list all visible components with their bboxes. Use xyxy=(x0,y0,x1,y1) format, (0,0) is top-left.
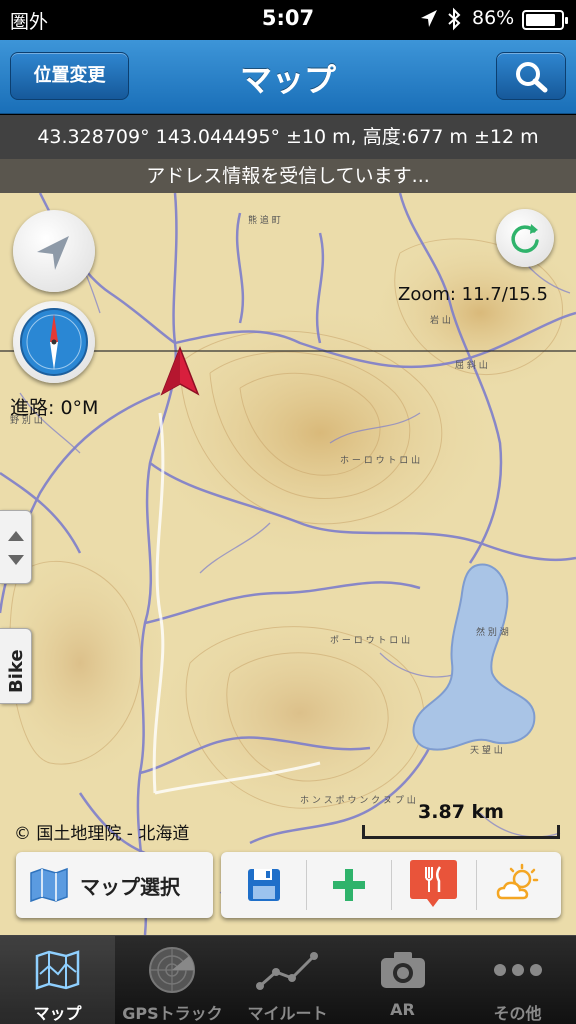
bike-mode-tab[interactable]: Bike xyxy=(0,628,32,704)
search-button[interactable] xyxy=(496,52,566,100)
tab-bar: マップ GPSトラック マイルート AR その他 xyxy=(0,935,576,1024)
location-arrow-icon xyxy=(421,10,437,27)
tab-label: AR xyxy=(390,1000,415,1019)
map-icon xyxy=(30,867,68,903)
save-button[interactable] xyxy=(221,852,306,918)
svg-text:ポ ー ロ ウ ト ロ 山: ポ ー ロ ウ ト ロ 山 xyxy=(330,635,410,646)
scale-bar xyxy=(362,825,560,839)
add-icon xyxy=(333,869,365,901)
route-icon xyxy=(256,952,318,990)
navigation-bar: 位置変更 マップ xyxy=(0,40,576,114)
more-icon xyxy=(494,964,542,976)
address-status: アドレス情報を受信しています... xyxy=(0,159,576,193)
compass-button[interactable] xyxy=(13,301,95,383)
tab-gps-track[interactable]: GPSトラック xyxy=(115,936,230,1024)
map-tab-icon xyxy=(35,950,80,990)
topographic-map[interactable]: 熊 追 町 ホ ー ロ ウ ト ロ 山 ポ ー ロ ウ ト ロ 山 屈 斜 山 … xyxy=(0,193,576,935)
add-button[interactable] xyxy=(306,852,391,918)
current-position-marker xyxy=(160,346,200,396)
weather-icon xyxy=(496,863,539,900)
weather-button[interactable] xyxy=(476,852,561,918)
battery-icon xyxy=(522,10,568,30)
tab-my-route[interactable]: マイルート xyxy=(230,936,345,1024)
action-toolbar xyxy=(221,852,561,918)
map-select-button[interactable]: マップ選択 xyxy=(16,852,213,918)
map-select-label: マップ選択 xyxy=(80,875,180,899)
tab-more[interactable]: その他 xyxy=(460,936,575,1024)
svg-text:屈 斜 山: 屈 斜 山 xyxy=(455,359,488,371)
refresh-icon xyxy=(511,224,539,253)
tab-map[interactable]: マップ xyxy=(0,936,115,1024)
save-icon xyxy=(248,869,280,901)
tab-label: GPSトラック xyxy=(122,1004,223,1023)
radar-icon xyxy=(149,947,195,993)
navigation-arrow-icon xyxy=(37,236,69,270)
battery-percent: 86% xyxy=(472,7,515,29)
svg-text:ホ ー ロ ウ ト ロ 山: ホ ー ロ ウ ト ロ 山 xyxy=(340,455,420,466)
svg-text:然 別 湖: 然 別 湖 xyxy=(476,626,509,638)
svg-text:岩 山: 岩 山 xyxy=(430,314,451,326)
bike-tab-label: Bike xyxy=(6,649,27,693)
compass-icon xyxy=(20,308,88,376)
tab-label: マップ xyxy=(33,1004,82,1023)
locate-me-button[interactable] xyxy=(13,210,95,292)
camera-icon xyxy=(381,952,425,988)
restaurant-button[interactable] xyxy=(391,852,476,918)
heading-text: 進路: 0°M xyxy=(10,397,99,419)
tab-label: マイルート xyxy=(247,1004,328,1023)
up-down-arrows-icon xyxy=(8,531,24,565)
map-copyright: © 国土地理院 - 北海道 xyxy=(14,824,190,844)
scale-distance: 3.87 km xyxy=(418,801,504,823)
map-pan-tab[interactable] xyxy=(0,510,32,584)
page-title: マップ xyxy=(239,61,336,99)
zoom-level: Zoom: 11.7/15.5 xyxy=(398,284,548,305)
bluetooth-icon xyxy=(448,7,461,31)
restaurant-icon xyxy=(410,860,457,907)
status-bar: 圏外 5:07 86% xyxy=(0,0,576,40)
svg-text:熊 追 町: 熊 追 町 xyxy=(248,214,281,226)
coordinates-bar: 43.328709° 143.044495° ±10 m, 高度:677 m ±… xyxy=(0,115,576,159)
search-icon xyxy=(516,62,548,93)
tab-label: その他 xyxy=(493,1004,542,1023)
tab-ar[interactable]: AR xyxy=(345,936,460,1024)
refresh-button[interactable] xyxy=(496,209,554,267)
svg-text:天 望 山: 天 望 山 xyxy=(470,744,503,756)
